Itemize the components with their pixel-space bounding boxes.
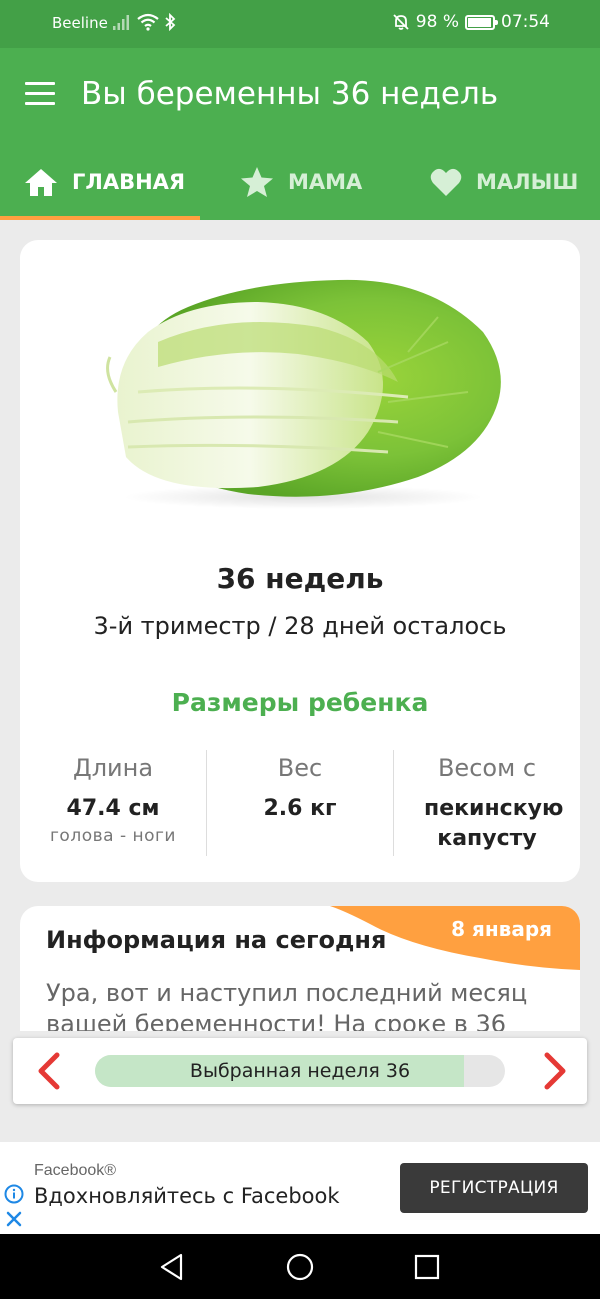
- app-bar: Вы беременны 36 недель: [0, 48, 600, 144]
- info-title: Информация на сегодня: [46, 926, 387, 954]
- today-info-card[interactable]: 8 января Информация на сегодня Ура, вот …: [20, 906, 580, 1031]
- tab-mom[interactable]: МАМА: [240, 144, 362, 220]
- size-value: пекинскую капусту: [424, 796, 564, 851]
- size-weight: Вес 2.6 кг: [207, 750, 393, 824]
- ad-brand: Facebook®: [34, 1162, 117, 1179]
- system-nav-bar: [0, 1234, 600, 1299]
- battery-icon: [465, 14, 498, 30]
- tab-baby[interactable]: МАЛЫШ: [430, 144, 578, 220]
- size-comparison: Весом с пекинскую капусту: [394, 750, 580, 854]
- size-note: голова - ноги: [50, 826, 176, 846]
- sizes-title: Размеры ребенка: [171, 688, 429, 717]
- week-selector: Выбранная неделя 36: [13, 1038, 587, 1104]
- week-progress-bar[interactable]: Выбранная неделя 36: [95, 1055, 505, 1087]
- status-bar: Beeline 98 % 07:54: [0, 0, 600, 48]
- connectivity-icons: [112, 13, 176, 31]
- week-card: 36 недель 3-й триместр / 28 дней осталос…: [20, 240, 580, 882]
- date-label: 8 января: [451, 917, 552, 941]
- menu-icon[interactable]: [25, 82, 55, 106]
- size-label: Вес: [277, 754, 323, 782]
- clock: 07:54: [501, 12, 550, 32]
- home-icon: [25, 169, 57, 196]
- size-value: 2.6 кг: [263, 796, 337, 821]
- active-tab-indicator: [0, 216, 200, 220]
- week-selector-label: Выбранная неделя 36: [189, 1060, 411, 1082]
- ad-register-button[interactable]: РЕГИСТРАЦИЯ: [400, 1163, 588, 1213]
- bluetooth-icon: [165, 13, 176, 31]
- tab-main-label: ГЛАВНАЯ: [72, 170, 186, 194]
- wifi-icon: [137, 13, 159, 31]
- chinese-cabbage-image: [106, 279, 501, 509]
- ad-banner: Facebook® Вдохновляйтесь с Facebook РЕГИ…: [0, 1142, 600, 1234]
- status-right: 98 % 07:54: [392, 12, 550, 32]
- back-icon[interactable]: [157, 1252, 187, 1282]
- chevron-right-icon[interactable]: [533, 1051, 573, 1091]
- size-length: Длина 47.4 см голова - ноги: [20, 750, 206, 846]
- tab-main[interactable]: ГЛАВНАЯ: [24, 144, 185, 220]
- size-value: 47.4 см: [66, 796, 160, 821]
- size-label: Весом с: [437, 754, 537, 782]
- recents-icon[interactable]: [412, 1252, 442, 1282]
- star-icon: [241, 167, 273, 197]
- size-label: Длина: [72, 754, 154, 782]
- week-subtitle: 3-й триместр / 28 дней осталось: [93, 612, 507, 640]
- home-button-icon[interactable]: [285, 1252, 315, 1282]
- heart-icon: [430, 168, 462, 196]
- mute-bell-icon: [393, 14, 409, 30]
- page-title: Вы беременны 36 недель: [81, 76, 499, 112]
- info-icon[interactable]: [4, 1184, 24, 1204]
- tab-baby-label: МАЛЫШ: [476, 170, 579, 194]
- week-title: 36 недель: [216, 562, 384, 595]
- info-text: Ура, вот и наступил последний месяц ваше…: [46, 979, 528, 1031]
- carrier-name: Beeline: [52, 14, 108, 32]
- tab-mom-label: МАМА: [288, 170, 363, 194]
- tab-bar: ГЛАВНАЯ МАМА МАЛЫШ: [0, 144, 600, 220]
- ad-headline[interactable]: Вдохновляйтесь с Facebook: [34, 1184, 340, 1208]
- chevron-left-icon[interactable]: [31, 1051, 71, 1091]
- signal-icon: [113, 15, 129, 30]
- battery-percent: 98 %: [415, 12, 459, 32]
- close-icon[interactable]: [5, 1210, 23, 1228]
